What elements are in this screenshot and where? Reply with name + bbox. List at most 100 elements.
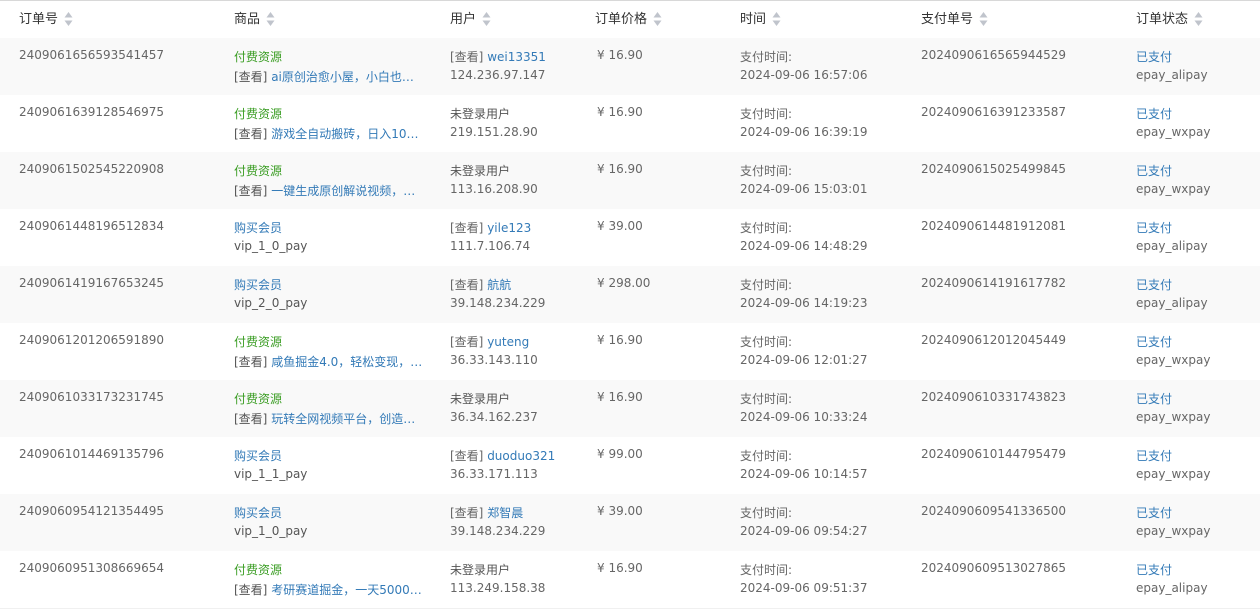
status-badge[interactable]: 已支付: [1136, 390, 1172, 407]
pay-time-label: 支付时间:: [740, 164, 793, 178]
product-type-link[interactable]: 付费资源: [234, 333, 282, 350]
sort-icon[interactable]: [653, 11, 662, 27]
table-row: 2409061448196512834 购买会员 vip_1_0_pay [查看…: [0, 209, 1260, 267]
order-number: 2409060951308669654: [19, 561, 165, 575]
user-name-text[interactable]: duoduo321: [487, 449, 555, 463]
pay-number: 2024090609513027865: [921, 561, 1067, 575]
user-name-text[interactable]: 未登录用户: [450, 107, 510, 121]
product-detail-link[interactable]: [查看] 考研赛道掘金，一天5000…: [234, 581, 422, 598]
user-name-text[interactable]: 未登录用户: [450, 563, 510, 577]
user-name[interactable]: [查看] duoduo321: [450, 447, 555, 464]
column-header-order-no[interactable]: 订单号: [19, 1, 73, 39]
status-badge[interactable]: 已支付: [1136, 561, 1172, 578]
column-header-user[interactable]: 用户: [450, 1, 491, 39]
user-ip: 39.148.234.229: [450, 296, 546, 310]
user-ip: 113.16.208.90: [450, 182, 538, 196]
table-row: 2409061656593541457 付费资源 [查看] ai原创治愈小屋，小…: [0, 38, 1260, 96]
user-name[interactable]: [查看] 郑智晨: [450, 504, 523, 521]
view-product-prefix[interactable]: [查看]: [234, 355, 267, 369]
product-type-link[interactable]: 付费资源: [234, 561, 282, 578]
product-title[interactable]: 咸鱼掘金4.0，轻松变现，…: [267, 355, 422, 369]
product-title[interactable]: 考研赛道掘金，一天5000…: [267, 583, 422, 597]
product-type-link[interactable]: 付费资源: [234, 162, 282, 179]
status-badge[interactable]: 已支付: [1136, 48, 1172, 65]
pay-time-label: 支付时间:: [740, 107, 793, 121]
column-header-product[interactable]: 商品: [234, 1, 275, 39]
status-badge[interactable]: 已支付: [1136, 105, 1172, 122]
pay-time-label: 支付时间:: [740, 221, 793, 235]
user-name-text[interactable]: 未登录用户: [450, 164, 510, 178]
sort-icon[interactable]: [772, 11, 781, 27]
view-product-prefix[interactable]: [查看]: [234, 70, 267, 84]
column-header-price[interactable]: 订单价格: [595, 1, 662, 39]
user-name[interactable]: [查看] wei13351: [450, 48, 546, 65]
user-name-text[interactable]: 航航: [487, 278, 511, 292]
view-product-prefix[interactable]: [查看]: [234, 583, 267, 597]
product-detail-link[interactable]: [查看] 游戏全自动搬砖，日入10…: [234, 125, 418, 142]
sort-icon[interactable]: [1194, 11, 1203, 27]
product-type-link[interactable]: 付费资源: [234, 390, 282, 407]
order-price: ¥ 16.90: [597, 105, 643, 119]
pay-number: 2024090614481912081: [921, 219, 1067, 233]
status-badge[interactable]: 已支付: [1136, 276, 1172, 293]
order-price: ¥ 16.90: [597, 162, 643, 176]
product-type-link[interactable]: 付费资源: [234, 105, 282, 122]
product-type-link[interactable]: 购买会员: [234, 219, 282, 236]
product-type-link[interactable]: 购买会员: [234, 276, 282, 293]
view-product-prefix[interactable]: [查看]: [234, 127, 267, 141]
status-badge[interactable]: 已支付: [1136, 219, 1172, 236]
product-detail-link[interactable]: vip_1_0_pay: [234, 239, 307, 253]
column-header-time[interactable]: 时间: [740, 1, 781, 39]
sort-icon[interactable]: [979, 11, 988, 27]
column-header-pay-no[interactable]: 支付单号: [921, 1, 988, 39]
user-ip: 219.151.28.90: [450, 125, 538, 139]
product-detail-link[interactable]: [查看] ai原创治愈小屋，小白也…: [234, 68, 414, 85]
view-user-prefix[interactable]: [查看]: [450, 335, 487, 349]
sort-icon[interactable]: [64, 11, 73, 27]
product-detail-link[interactable]: [查看] 一键生成原创解说视频，…: [234, 182, 415, 199]
view-product-prefix[interactable]: [查看]: [234, 412, 267, 426]
order-price: ¥ 16.90: [597, 390, 643, 404]
user-name-text[interactable]: yile123: [487, 221, 531, 235]
column-header-label: 订单状态: [1136, 12, 1189, 27]
view-user-prefix[interactable]: [查看]: [450, 221, 487, 235]
view-user-prefix[interactable]: [查看]: [450, 50, 487, 64]
payment-channel: epay_wxpay: [1136, 410, 1211, 424]
product-detail-link[interactable]: [查看] 玩转全网视频平台，创造…: [234, 410, 415, 427]
user-name[interactable]: [查看] 航航: [450, 276, 511, 293]
status-badge[interactable]: 已支付: [1136, 333, 1172, 350]
payment-channel: epay_wxpay: [1136, 524, 1211, 538]
product-detail-link[interactable]: [查看] 咸鱼掘金4.0，轻松变现，…: [234, 353, 422, 370]
sort-icon[interactable]: [482, 11, 491, 27]
user-name[interactable]: 未登录用户: [450, 162, 510, 179]
product-title[interactable]: 玩转全网视频平台，创造…: [267, 412, 415, 426]
product-detail-link[interactable]: vip_1_1_pay: [234, 467, 307, 481]
status-badge[interactable]: 已支付: [1136, 504, 1172, 521]
product-type-link[interactable]: 付费资源: [234, 48, 282, 65]
product-title[interactable]: ai原创治愈小屋，小白也…: [267, 70, 414, 84]
product-title[interactable]: 游戏全自动搬砖，日入10…: [267, 127, 418, 141]
product-detail-link[interactable]: vip_1_0_pay: [234, 524, 307, 538]
user-name[interactable]: [查看] yuteng: [450, 333, 529, 350]
sort-icon[interactable]: [266, 11, 275, 27]
product-type-link[interactable]: 购买会员: [234, 504, 282, 521]
user-name-text[interactable]: wei13351: [487, 50, 546, 64]
product-title[interactable]: 一键生成原创解说视频，…: [267, 184, 415, 198]
status-badge[interactable]: 已支付: [1136, 447, 1172, 464]
view-product-prefix[interactable]: [查看]: [234, 184, 267, 198]
user-name-text[interactable]: 未登录用户: [450, 392, 510, 406]
user-name-text[interactable]: 郑智晨: [487, 506, 523, 520]
order-price: ¥ 16.90: [597, 333, 643, 347]
user-name[interactable]: 未登录用户: [450, 390, 510, 407]
product-detail-link[interactable]: vip_2_0_pay: [234, 296, 307, 310]
user-name[interactable]: 未登录用户: [450, 105, 510, 122]
user-name[interactable]: [查看] yile123: [450, 219, 531, 236]
view-user-prefix[interactable]: [查看]: [450, 449, 487, 463]
user-name[interactable]: 未登录用户: [450, 561, 510, 578]
view-user-prefix[interactable]: [查看]: [450, 506, 487, 520]
product-type-link[interactable]: 购买会员: [234, 447, 282, 464]
column-header-status[interactable]: 订单状态: [1136, 1, 1203, 39]
status-badge[interactable]: 已支付: [1136, 162, 1172, 179]
user-name-text[interactable]: yuteng: [487, 335, 529, 349]
view-user-prefix[interactable]: [查看]: [450, 278, 487, 292]
